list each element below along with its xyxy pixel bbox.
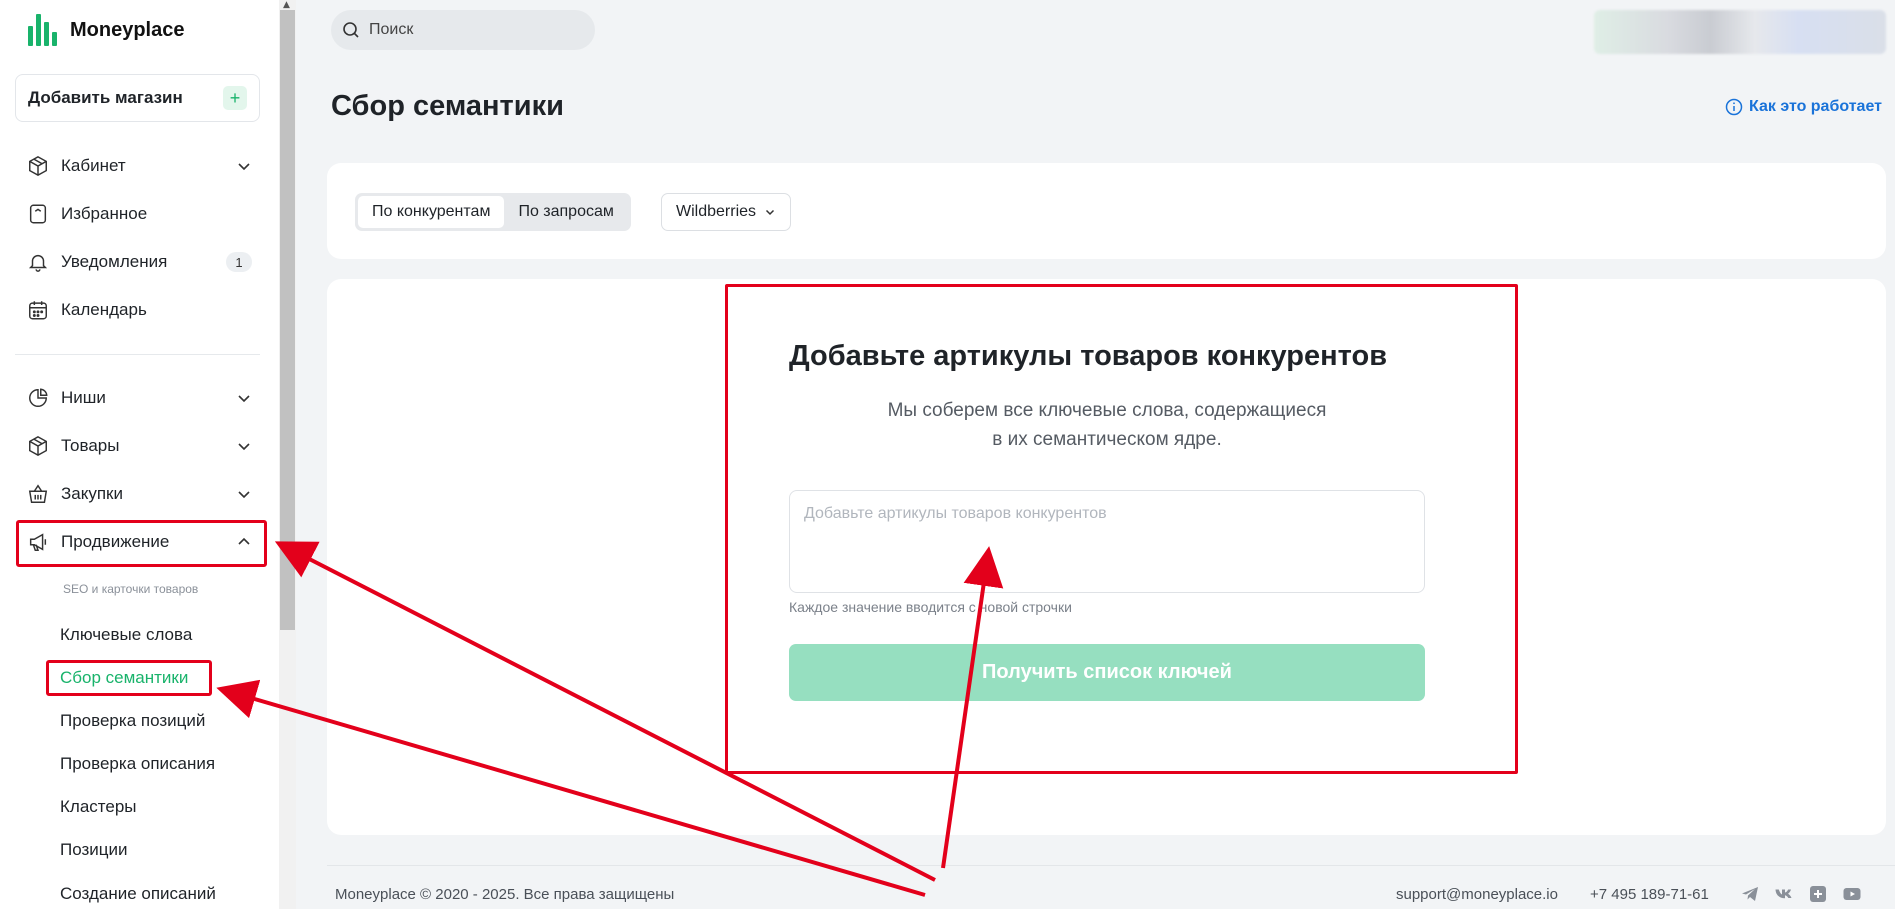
plus-icon: + — [223, 86, 247, 110]
box-icon — [29, 435, 47, 457]
basket-icon — [28, 484, 48, 503]
search-input[interactable] — [369, 21, 569, 39]
tab-by-queries[interactable]: По запросам — [504, 196, 627, 228]
sidebar-subitem-positions[interactable]: Позиции — [60, 840, 128, 860]
annotation-highlight-promotion — [16, 520, 267, 567]
pie-chart-icon — [29, 388, 48, 407]
sidebar-item-label: Товары — [61, 436, 120, 455]
sidebar-subitem-description-creation[interactable]: Создание описаний — [60, 884, 216, 904]
sidebar-subitem-description-check[interactable]: Проверка описания — [60, 754, 215, 774]
sidebar-item-purchases[interactable]: Закупки — [27, 477, 252, 511]
notification-count-badge: 1 — [226, 252, 252, 272]
sidebar-subitem-clusters[interactable]: Кластеры — [60, 797, 137, 817]
brand-name: Moneyplace — [70, 18, 185, 41]
footer-email-link[interactable]: support@moneyplace.io — [1396, 886, 1558, 903]
telegram-icon[interactable] — [1740, 884, 1760, 904]
sidebar: Moneyplace Добавить магазин + Кабинет Из… — [0, 0, 279, 909]
sidebar-item-niches[interactable]: Ниши — [27, 381, 252, 415]
footer-phone-link[interactable]: +7 495 189-71-61 — [1590, 886, 1709, 903]
mode-switch: По конкурентам По запросам — [355, 193, 631, 231]
sidebar-item-label: Уведомления — [61, 252, 168, 271]
logo-icon — [28, 14, 58, 46]
box-icon — [29, 155, 47, 177]
sidebar-subitem-keywords[interactable]: Ключевые слова — [60, 625, 192, 645]
annotation-highlight-semantics — [46, 660, 212, 696]
footer-social-links — [1740, 884, 1862, 904]
sidebar-item-notifications[interactable]: Уведомления 1 — [27, 245, 252, 279]
sidebar-subitem-position-check[interactable]: Проверка позиций — [60, 711, 205, 731]
scroll-up-arrow-icon[interactable]: ▲ — [283, 0, 290, 10]
bell-icon — [28, 254, 48, 272]
footer-copyright: Moneyplace © 2020 - 2025. Все права защи… — [335, 886, 675, 903]
search-bar[interactable] — [331, 10, 595, 50]
chevron-down-icon — [238, 395, 250, 403]
how-it-works-label: Как это работает — [1749, 98, 1882, 115]
how-it-works-link[interactable]: Как это работает — [1725, 98, 1882, 116]
sidebar-item-products[interactable]: Товары — [27, 429, 252, 463]
plus-square-icon[interactable] — [1808, 884, 1828, 904]
sidebar-item-label: Кабинет — [61, 156, 126, 175]
sidebar-item-calendar[interactable]: Календарь — [27, 293, 252, 327]
sidebar-item-label: Избранное — [61, 204, 148, 223]
tab-by-competitors[interactable]: По конкурентам — [358, 196, 505, 228]
sidebar-item-label: Календарь — [61, 300, 147, 319]
marketplace-select[interactable]: Wildberries — [661, 193, 792, 231]
sidebar-item-label: Ниши — [61, 388, 106, 407]
sidebar-item-favorites[interactable]: Избранное — [27, 197, 252, 231]
sidebar-item-cabinet[interactable]: Кабинет — [27, 149, 252, 183]
info-icon — [1725, 98, 1743, 116]
user-account-area[interactable] — [1594, 10, 1886, 54]
annotation-highlight-form — [725, 284, 1518, 774]
vk-icon[interactable] — [1774, 884, 1794, 904]
youtube-icon[interactable] — [1842, 884, 1862, 904]
chevron-down-icon — [765, 209, 775, 216]
search-icon — [343, 22, 359, 38]
footer-divider — [327, 865, 1895, 866]
sidebar-divider — [15, 354, 260, 355]
add-store-label: Добавить магазин — [28, 88, 183, 107]
page-title: Сбор семантики — [331, 90, 564, 122]
chevron-down-icon — [238, 443, 250, 451]
sidebar-item-label: Закупки — [61, 484, 123, 503]
scrollbar-thumb[interactable] — [280, 10, 295, 630]
bookmark-icon — [29, 204, 47, 224]
sidebar-scrollbar[interactable]: ▲ — [279, 0, 296, 909]
add-store-button[interactable]: Добавить магазин + — [15, 74, 260, 122]
chevron-down-icon — [238, 163, 250, 171]
logo[interactable]: Moneyplace — [28, 14, 184, 46]
chevron-down-icon — [238, 491, 250, 499]
promotion-section-caption: SEO и карточки товаров — [63, 582, 199, 596]
marketplace-value: Wildberries — [676, 203, 757, 220]
filters-card: По конкурентам По запросам Wildberries — [327, 163, 1886, 259]
calendar-icon — [29, 301, 47, 320]
